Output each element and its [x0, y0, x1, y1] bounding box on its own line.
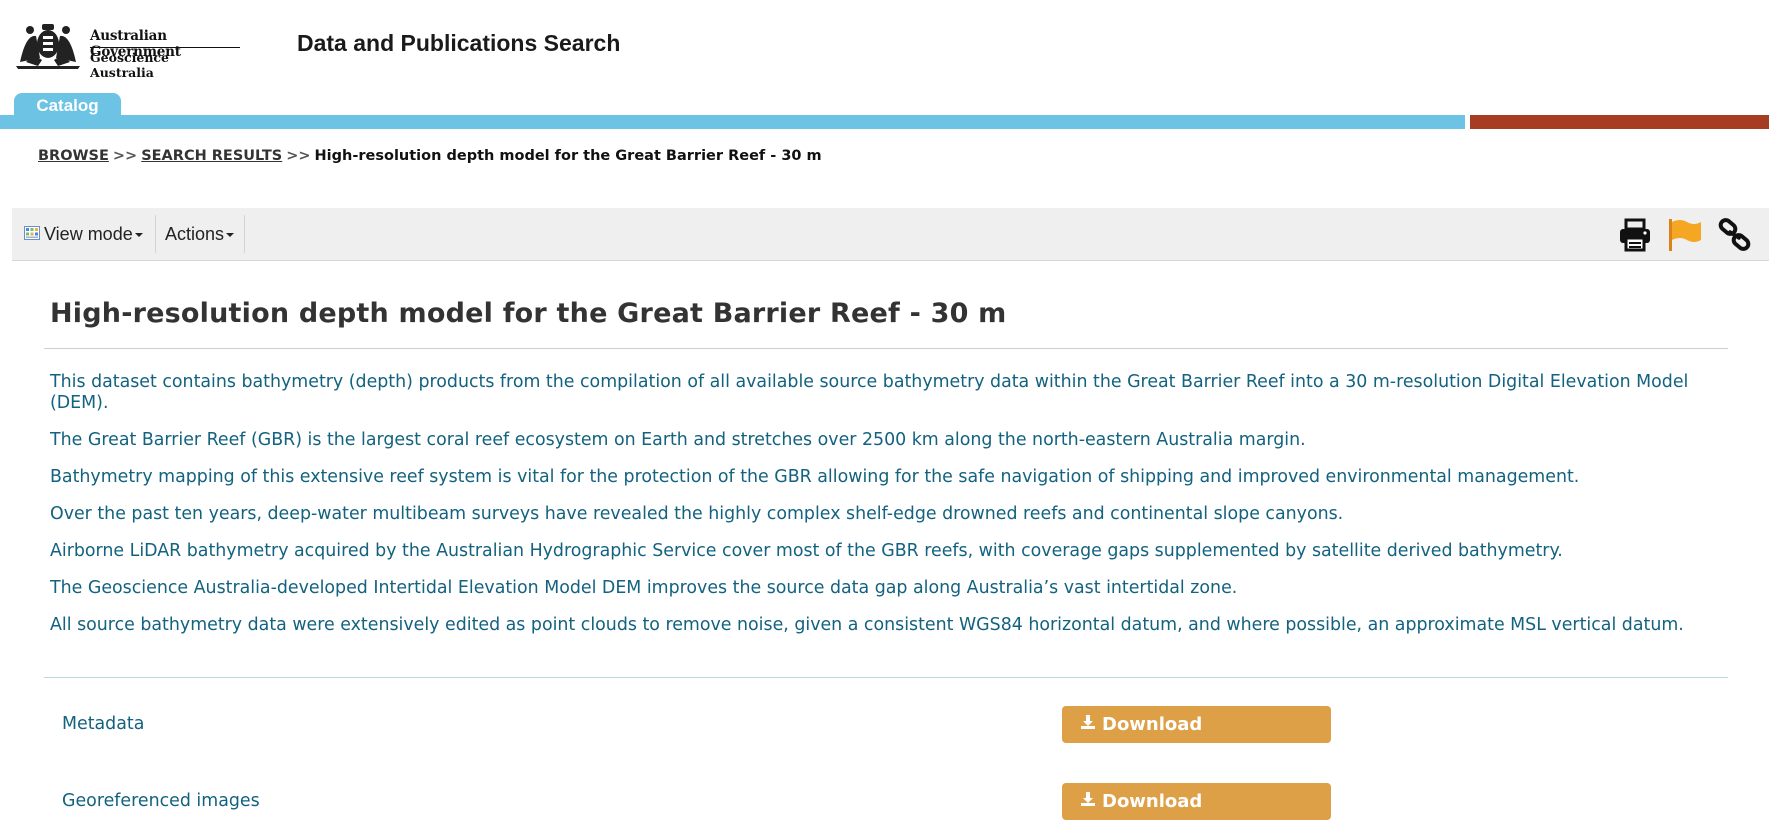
- logo-divider: [90, 47, 240, 48]
- abstract-paragraph: This dataset contains bathymetry (depth)…: [50, 372, 1689, 413]
- abstract-paragraph: The Great Barrier Reef (GBR) is the larg…: [50, 430, 1306, 450]
- breadcrumb-browse-link[interactable]: BROWSE: [38, 148, 109, 164]
- chevron-down-icon: [134, 233, 143, 238]
- site-header: Australian Government Geoscience Austral…: [0, 0, 1769, 90]
- breadcrumb-separator: >>: [286, 148, 311, 164]
- download-georeferenced-images-button[interactable]: Download: [1062, 783, 1331, 820]
- breadcrumb-search-results-link[interactable]: SEARCH RESULTS: [141, 148, 282, 164]
- agency-name: Geoscience Australia: [90, 50, 169, 80]
- toolbar-divider: [155, 215, 156, 253]
- download-label: Download: [1102, 714, 1203, 735]
- abstract-paragraph: All source bathymetry data were extensiv…: [50, 615, 1684, 635]
- actions-dropdown[interactable]: Actions: [165, 208, 235, 260]
- print-icon[interactable]: [1617, 218, 1653, 252]
- flag-icon[interactable]: [1667, 218, 1703, 252]
- view-mode-grid-icon: [24, 226, 40, 241]
- title-divider: [44, 348, 1728, 349]
- actions-label: Actions: [165, 224, 225, 244]
- coat-of-arms-icon: [16, 24, 80, 69]
- nav-bar-blue: [0, 115, 1465, 129]
- chevron-down-icon: [226, 233, 235, 238]
- resource-label-metadata: Metadata: [62, 714, 145, 734]
- record-abstract: This dataset contains bathymetry (depth)…: [50, 372, 1720, 652]
- view-mode-dropdown[interactable]: View mode: [24, 208, 143, 260]
- toolbar-icon-group: [1617, 218, 1757, 252]
- link-icon[interactable]: [1717, 218, 1753, 252]
- nav-bar-red: [1470, 115, 1769, 129]
- download-metadata-button[interactable]: Download: [1062, 706, 1331, 743]
- abstract-paragraph: Over the past ten years, deep-water mult…: [50, 504, 1344, 524]
- breadcrumb-current: High-resolution depth model for the Grea…: [314, 148, 822, 164]
- resource-label-georeferenced-images: Georeferenced images: [62, 791, 260, 811]
- abstract-paragraph: Airborne LiDAR bathymetry acquired by th…: [50, 541, 1563, 561]
- download-icon: [1081, 792, 1095, 806]
- abstract-paragraph: Bathymetry mapping of this extensive ree…: [50, 467, 1580, 487]
- abstract-paragraph: The Geoscience Australia-developed Inter…: [50, 578, 1238, 598]
- toolbar-divider: [244, 215, 245, 253]
- tab-catalog[interactable]: Catalog: [14, 93, 121, 117]
- breadcrumb: BROWSE >> SEARCH RESULTS >> High-resolution …: [38, 148, 822, 164]
- download-label: Download: [1102, 791, 1203, 812]
- view-mode-label: View mode: [44, 224, 133, 244]
- site-title: Data and Publications Search: [297, 30, 621, 56]
- download-icon: [1081, 715, 1095, 729]
- page-title: High-resolution depth model for the Grea…: [50, 298, 1007, 329]
- gov-logo[interactable]: Australian Government Geoscience Austral…: [12, 14, 240, 80]
- abstract-divider: [44, 677, 1728, 678]
- record-toolbar: View mode Actions: [12, 208, 1769, 261]
- breadcrumb-separator: >>: [112, 148, 138, 164]
